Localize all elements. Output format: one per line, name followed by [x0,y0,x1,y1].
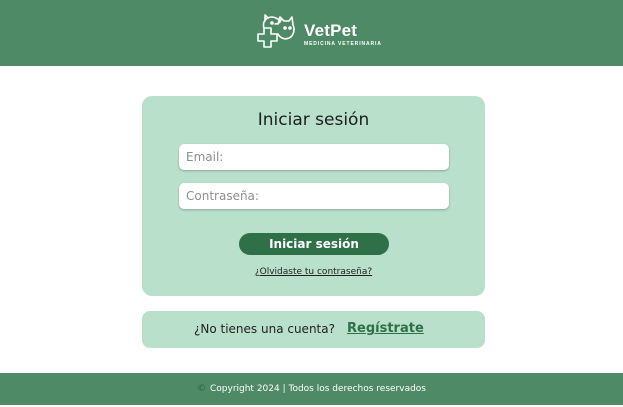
email-field[interactable]: Email: [179,144,449,170]
login-card: Iniciar sesión Email: Contraseña: Inicia… [142,96,485,296]
site-footer: © Copyright 2024 | Todos los derechos re… [0,373,623,405]
copyright-symbol: © [196,384,206,394]
password-placeholder: Contraseña: [186,189,259,203]
vet-pet-logo-icon [257,14,295,48]
site-header: VetPet MEDICINA VETERINARIA [0,0,623,66]
password-field[interactable]: Contraseña: [179,183,449,209]
no-account-text: ¿No tienes una cuenta? [194,322,335,336]
logo[interactable]: VetPet MEDICINA VETERINARIA [250,12,382,56]
register-link[interactable]: Regístrate [347,321,424,336]
login-title: Iniciar sesión [257,110,370,130]
forgot-password-link[interactable]: ¿Olvidaste tu contraseña? [142,267,485,277]
register-bar: ¿No tienes una cuenta? Regístrate [142,311,485,348]
email-placeholder: Email: [186,150,224,164]
brand-name: VetPet [304,20,358,40]
brand-tagline: MEDICINA VETERINARIA [304,40,382,47]
brand-text: VetPet MEDICINA VETERINARIA [304,22,382,47]
login-button[interactable]: Iniciar sesión [239,233,389,255]
copyright-text: Copyright 2024 | Todos los derechos rese… [209,384,426,394]
